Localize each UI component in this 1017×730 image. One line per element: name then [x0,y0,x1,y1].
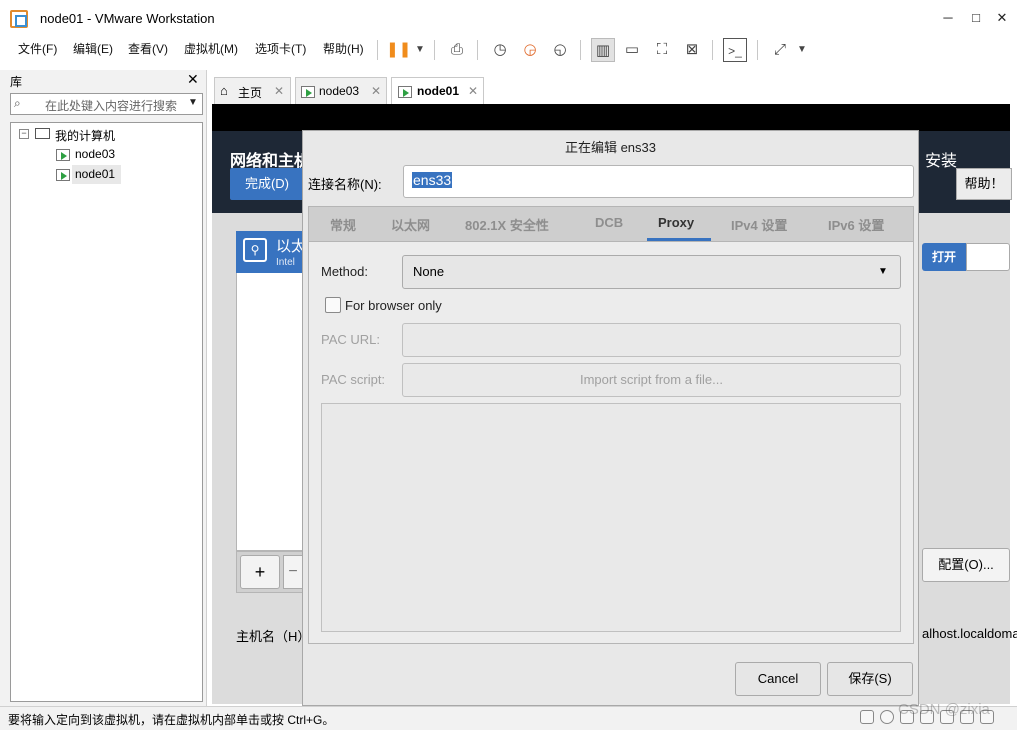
chevron-down-icon[interactable]: ▼ [188,97,198,108]
unity-icon[interactable]: ⊠ [680,38,704,62]
tab-home-label: 主页 [238,86,263,100]
minimize-button[interactable]: ─ [934,8,962,28]
tab-8021x-security[interactable]: 802.1X 安全性 [465,215,549,234]
tab-dcb[interactable]: DCB [595,215,623,230]
chevron-down-icon[interactable]: ▼ [408,38,432,62]
revert-snapshot-icon[interactable]: ◶ [518,38,542,62]
close-icon[interactable]: ✕ [371,84,381,98]
vm-icon [56,149,70,161]
computer-icon [35,128,50,139]
search-icon: ⌕ [14,96,21,110]
tree-item-node01[interactable]: node01 [75,167,115,181]
help-button[interactable]: 帮助！ [956,168,1012,200]
full-screen-icon[interactable]: ⛶ [650,38,674,62]
interface-list [236,231,306,551]
tab-ipv6-settings[interactable]: IPv6 设置 [828,215,884,234]
library-search-placeholder: 在此处键入内容进行搜索 [45,99,178,113]
connection-name-value[interactable]: ens33 [412,172,453,188]
pac-url-input[interactable] [402,323,901,357]
close-icon[interactable]: ✕ [274,84,284,98]
interface-switch-on[interactable]: 打开 [922,243,966,271]
configure-button[interactable]: 配置(O)... [922,548,1010,582]
menu-file[interactable]: 文件(F) [18,40,57,57]
vmware-app-icon [10,10,28,28]
pac-script-label: PAC script: [321,372,386,387]
remove-interface-button[interactable]: − [283,555,303,589]
snapshot-manager-icon[interactable]: ◵ [548,38,572,62]
pause-icon[interactable]: ❚❚ [386,38,411,62]
hdd-icon[interactable] [860,710,874,724]
maximize-button[interactable]: □ [962,8,990,28]
current-hostname: alhost.localdoma [922,626,1017,641]
tab-node01-label: node01 [417,84,460,98]
toolbar-separator [477,40,478,60]
collapse-icon[interactable]: − [19,129,29,139]
stretch-view-icon[interactable]: ⤢ [768,38,792,62]
send-keys-icon[interactable]: ⎙ [445,38,469,62]
chevron-down-icon: ▼ [878,266,888,277]
dialog-title: 正在编辑 ens33 [564,140,657,155]
import-script-button[interactable]: Import script from a file... [402,363,901,397]
menu-tabs[interactable]: 选项卡(T) [255,40,306,57]
tab-node03-label: node03 [319,84,360,98]
cancel-button[interactable]: Cancel [735,662,821,696]
home-icon: ⌂ [220,83,228,98]
menu-view[interactable]: 查看(V) [128,40,168,57]
chevron-down-icon[interactable]: ▼ [790,38,814,62]
close-button[interactable]: ✕ [988,8,1016,28]
browser-only-label[interactable]: For browser only [345,298,442,313]
cdrom-icon[interactable] [880,710,894,724]
toolbar-separator [580,40,581,60]
connection-name-label: 连接名称(N): [308,177,382,192]
thumbnail-bar-icon[interactable]: ▭ [620,38,644,62]
window-title: node01 - VMware Workstation [40,11,215,26]
save-button[interactable]: 保存(S) [827,662,913,696]
tab-ipv4-settings[interactable]: IPv4 设置 [731,215,787,234]
method-label: Method: [321,264,368,279]
interface-switch-knob[interactable] [966,243,1010,271]
vm-icon [56,169,70,181]
hostname-label: 主机名（H） [236,629,311,644]
pac-url-label: PAC URL: [321,332,380,347]
active-tab-indicator [647,238,711,241]
menu-vm[interactable]: 虚拟机(M) [184,40,238,57]
connection-name-input[interactable] [403,165,914,198]
method-select[interactable] [402,255,901,289]
close-icon[interactable]: ✕ [468,84,478,98]
method-value: None [413,264,445,279]
toolbar-separator [377,40,378,60]
toolbar-separator [712,40,713,60]
ethernet-icon: ⚲ [243,238,267,262]
vm-icon [301,86,315,98]
tab-proxy[interactable]: Proxy [658,215,694,230]
done-button[interactable]: 完成(D) [230,168,304,200]
show-library-icon[interactable]: ▥ [591,38,615,62]
tab-general[interactable]: 常规 [330,215,356,234]
installer-title: 安装 [925,153,958,170]
toolbar-separator [434,40,435,60]
browser-only-checkbox[interactable] [325,297,341,313]
tab-ethernet[interactable]: 以太网 [391,215,430,234]
menu-help[interactable]: 帮助(H) [323,40,364,57]
vm-icon [398,86,412,98]
add-interface-button[interactable]: + [240,555,280,589]
tree-item-my-computer[interactable]: 我的计算机 [55,127,115,144]
tree-item-node03[interactable]: node03 [75,147,115,161]
console-view-icon[interactable]: >_ [723,38,747,62]
menu-edit[interactable]: 编辑(E) [73,40,113,57]
pac-script-textarea[interactable] [321,403,901,632]
toolbar-separator [757,40,758,60]
library-title: 库 [10,75,23,89]
library-tree [10,122,203,702]
watermark: CSDN @zixia [898,701,990,718]
interface-vendor: Intel [276,257,295,268]
snapshot-icon[interactable]: ◷ [488,38,512,62]
status-message: 要将输入定向到该虚拟机，请在虚拟机内部单击或按 Ctrl+G。 [8,713,335,727]
library-close-button[interactable]: ✕ [187,71,199,88]
